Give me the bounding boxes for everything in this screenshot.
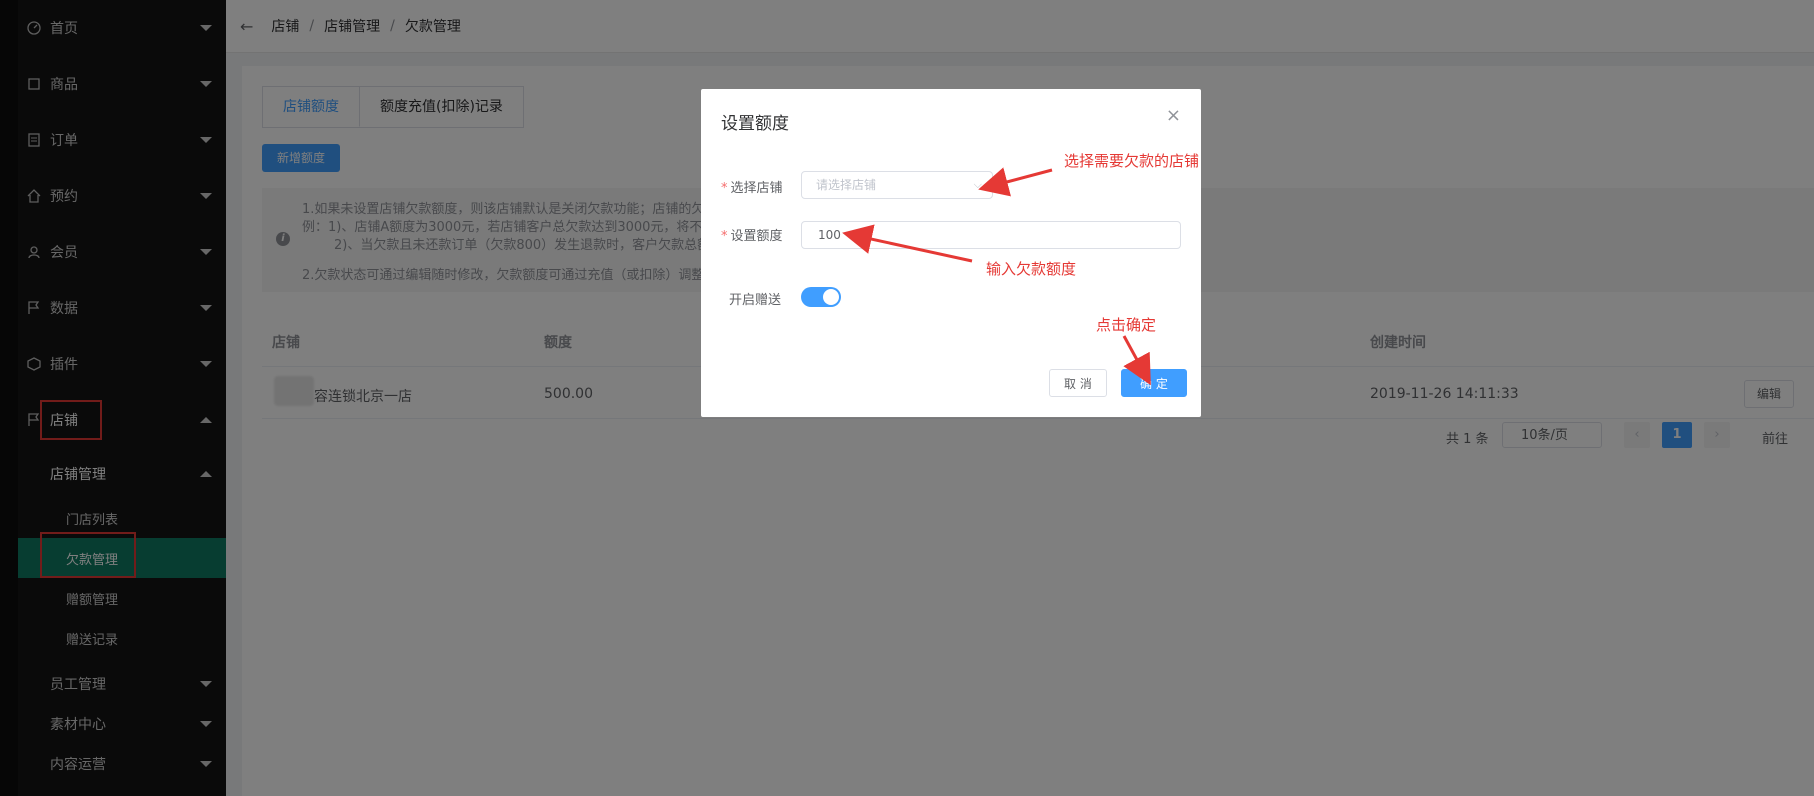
confirm-button[interactable]: 确 定 (1121, 369, 1187, 397)
annotation-input-amount: 输入欠款额度 (986, 260, 1077, 278)
close-icon[interactable]: × (1166, 105, 1181, 126)
toggle-knob (823, 289, 839, 305)
store-select-placeholder: 请选择店铺 (816, 178, 877, 192)
amount-label-text: 设置额度 (730, 229, 783, 244)
amount-input[interactable]: 100 (801, 221, 1181, 249)
store-label-text: 选择店铺 (730, 181, 783, 196)
cancel-button[interactable]: 取 消 (1049, 369, 1107, 397)
gift-toggle[interactable] (801, 287, 841, 307)
annotation-select-store: 选择需要欠款的店铺 (1064, 152, 1200, 170)
chevron-down-icon: ⌵ (973, 178, 982, 191)
dialog-title: 设置额度 (721, 114, 789, 134)
amount-input-value: 100 (818, 228, 841, 242)
set-quota-dialog: 设置额度 × * 选择店铺 请选择店铺 ⌵ * 设置额度 100 开启赠送 取 消 … (701, 89, 1201, 417)
store-select[interactable]: 请选择店铺 ⌵ (801, 171, 993, 199)
gift-label: 开启赠送 (728, 293, 781, 308)
required-mark: * (721, 229, 728, 244)
required-mark: * (721, 181, 728, 196)
amount-label: * 设置额度 (721, 225, 783, 244)
store-label: * 选择店铺 (721, 177, 783, 196)
annotation-click-confirm: 点击确定 (1096, 316, 1157, 334)
